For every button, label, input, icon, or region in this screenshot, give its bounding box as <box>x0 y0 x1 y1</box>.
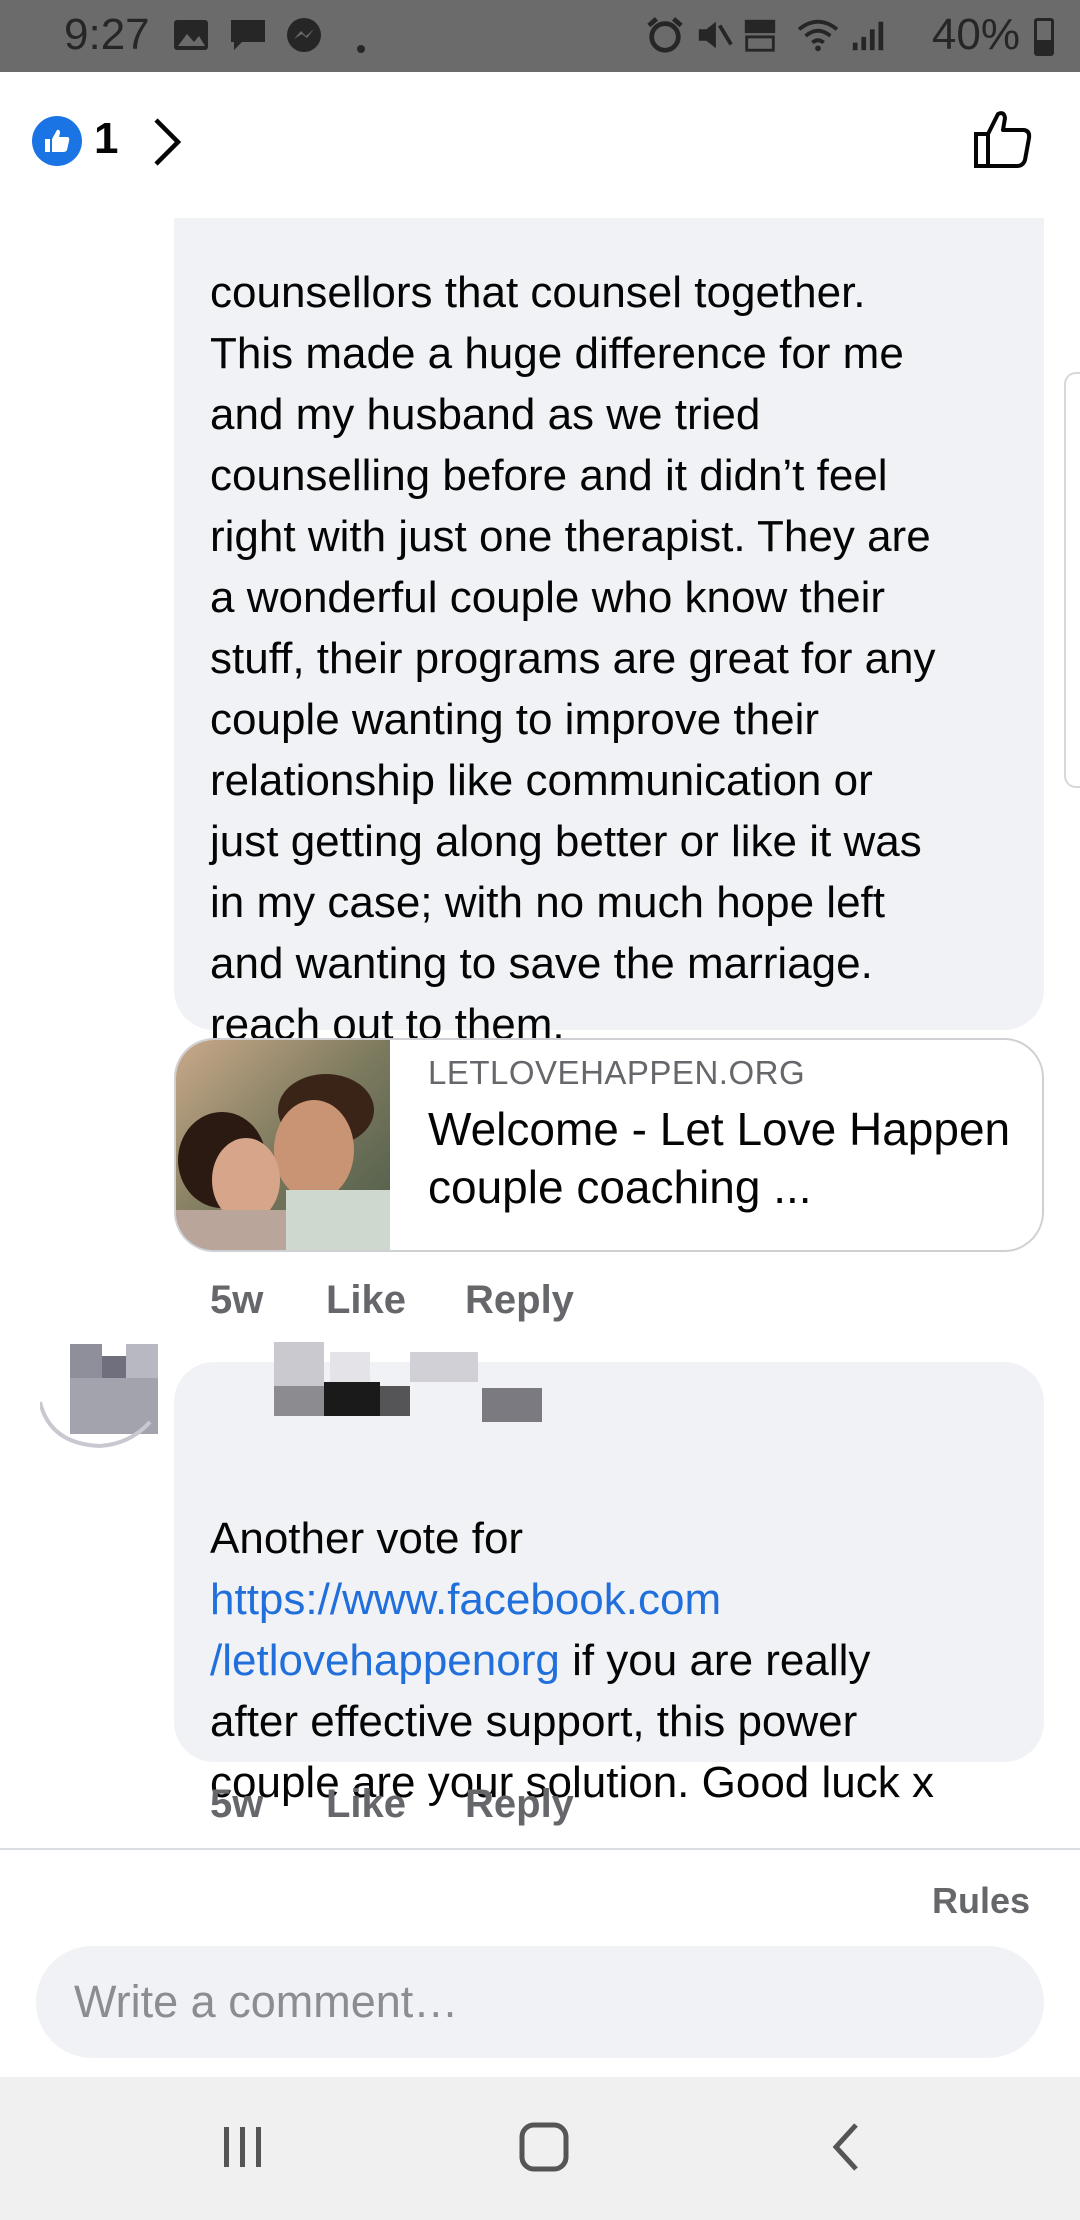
comment-text-line: counsellors that counsel together. <box>210 268 866 317</box>
comment-text-line: Another vote for <box>210 1514 524 1563</box>
home-icon[interactable] <box>514 2117 574 2177</box>
comment-text-line: and wanting to save the marriage. <box>210 939 873 988</box>
gallery-notification-icon <box>174 20 208 50</box>
comments-sheet: 1 counsellors that counsel together. Thi… <box>0 72 1080 2077</box>
comment-text-line: and my husband as we tried <box>210 390 761 439</box>
comment-text-line: couple wanting to improve their <box>210 695 819 744</box>
back-icon[interactable] <box>826 2117 866 2177</box>
recents-icon[interactable] <box>218 2117 268 2177</box>
comment-text-line: stuff, their programs are great for any <box>210 634 936 683</box>
link-title[interactable]: Welcome - Let Love Happen couple coachin… <box>428 1100 1018 1216</box>
comment-bubble: Another vote for https://www.facebook.co… <box>174 1362 1044 1807</box>
mute-icon <box>698 21 733 49</box>
messenger-notification-icon <box>287 18 321 52</box>
commenter-name[interactable] <box>190 1342 550 1422</box>
comment-text-line: counselling before and it didn’t feel <box>210 451 888 500</box>
comment-text-line: relationship like communication or <box>210 756 873 805</box>
message-notification-icon <box>231 20 265 50</box>
comments-header: 1 <box>0 72 1080 212</box>
comment-link[interactable]: /letlovehappenorg <box>210 1636 560 1685</box>
divider <box>0 1848 1080 1850</box>
battery-icon <box>1034 18 1054 56</box>
volte-icon <box>744 19 776 52</box>
comment-text-line: a wonderful couple who know their <box>210 573 886 622</box>
scroll-handle[interactable] <box>1064 372 1080 788</box>
rules-link[interactable]: Rules <box>932 1880 1030 1922</box>
comment-input-placeholder: Write a comment… <box>74 1976 459 2027</box>
status-bar: 9:27 40% <box>0 0 1080 72</box>
wifi-icon <box>797 19 839 52</box>
comment-text-line: right with just one therapist. They are <box>210 512 931 561</box>
like-reaction-icon[interactable] <box>32 116 82 166</box>
avatar[interactable] <box>40 1342 158 1462</box>
link-preview-card[interactable]: LETLOVEHAPPEN.ORG Welcome - Let Love Hap… <box>174 1038 1044 1252</box>
comment-bubble: counsellors that counsel together. This … <box>174 218 1044 1049</box>
link-domain: LETLOVEHAPPEN.ORG <box>428 1054 806 1091</box>
battery-percent: 40% <box>931 10 1020 59</box>
comment-input[interactable]: Write a comment… <box>36 1946 1044 2058</box>
system-nav-bar <box>0 2077 1080 2220</box>
comment-time: 5w <box>210 1782 264 1826</box>
comment-text-line: after effective support, this power <box>210 1697 858 1746</box>
more-notifications-dot <box>357 45 365 53</box>
comment-time: 5w <box>210 1278 264 1322</box>
reply-button[interactable]: Reply <box>465 1278 574 1323</box>
comment-link[interactable]: https://www.facebook.com <box>210 1575 721 1624</box>
comment-text-line: just getting along better or like it was <box>210 817 922 866</box>
chevron-right-icon[interactable] <box>150 116 184 168</box>
like-button[interactable]: Like <box>326 1782 406 1827</box>
reaction-count[interactable]: 1 <box>94 114 118 164</box>
comment-text-line: in my case; with no much hope left <box>210 878 885 927</box>
status-time: 9:27 <box>64 10 150 59</box>
thumbs-up-icon[interactable] <box>972 108 1034 170</box>
reply-button[interactable]: Reply <box>465 1782 574 1827</box>
link-preview-image <box>176 1040 390 1250</box>
alarm-icon <box>647 17 683 53</box>
signal-icon <box>852 21 884 51</box>
comment-text-line: This made a huge difference for me <box>210 329 904 378</box>
like-button[interactable]: Like <box>326 1278 406 1323</box>
comment-text-line: if you are really <box>559 1636 871 1685</box>
